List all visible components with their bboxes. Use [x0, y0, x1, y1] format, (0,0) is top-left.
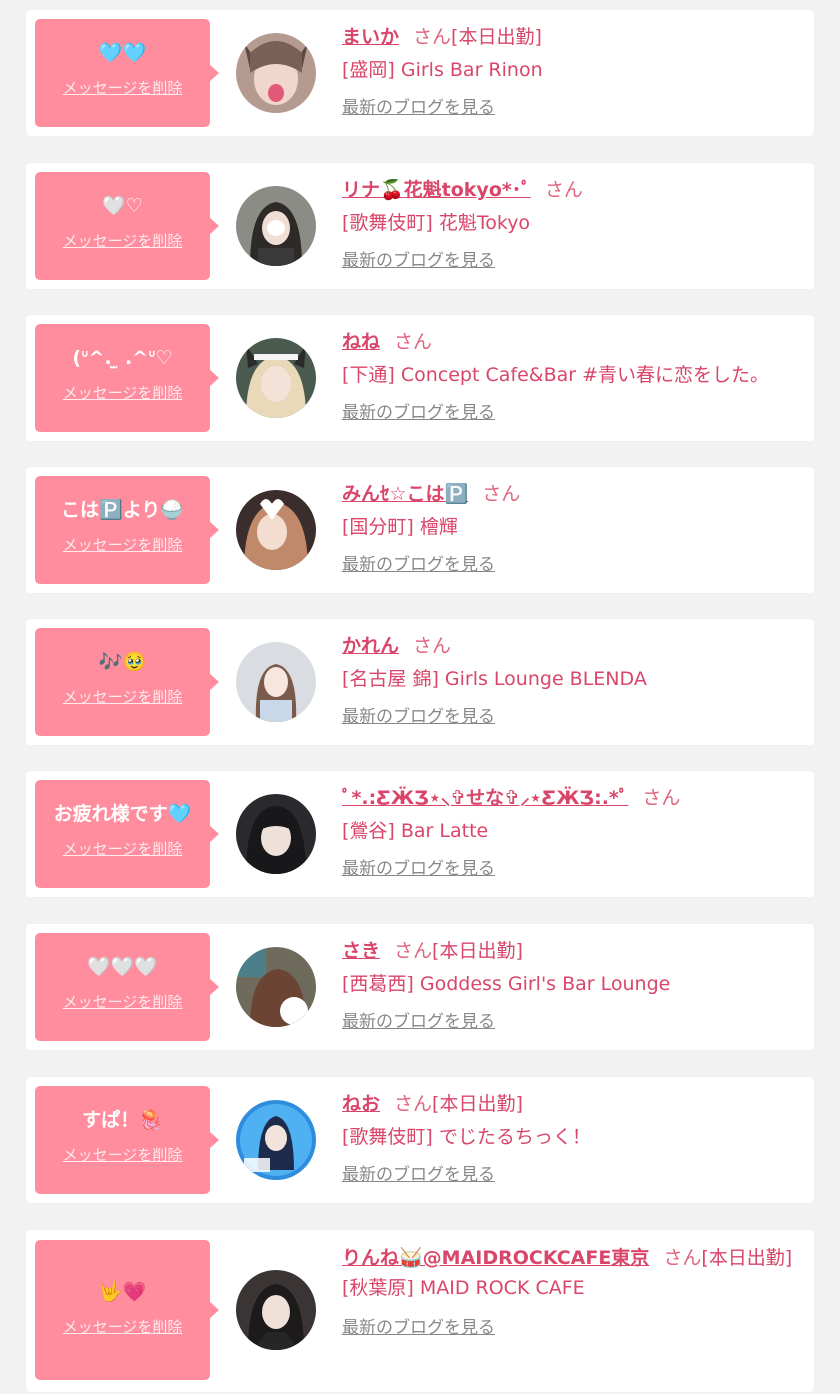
delete-message-link[interactable]: メッセージを削除 [63, 1316, 183, 1337]
message-bubble: 🩵🩵 メッセージを削除 [35, 19, 219, 127]
blog-link[interactable]: 最新のブログを見る [342, 702, 495, 727]
delete-message-link[interactable]: メッセージを削除 [63, 686, 183, 707]
delete-message-link[interactable]: メッセージを削除 [63, 382, 183, 403]
delete-message-link[interactable]: メッセージを削除 [63, 838, 183, 859]
status-badge: [本日出勤] [451, 26, 542, 48]
list-item: すぱ！🪼 メッセージを削除 ねお さん[本日出勤] [歌舞伎町] でじたるちっく！… [26, 1077, 814, 1203]
list-item: 🩵🩵 メッセージを削除 まいか さん[本日出勤] [盛岡] Girls Bar R… [26, 10, 814, 136]
list-item: 🤍🤍🤍 メッセージを削除 さき さん[本日出勤] [西葛西] Goddess Gi… [26, 924, 814, 1050]
avatar[interactable] [236, 947, 316, 1027]
cast-name-link[interactable]: ﾟ*.:ƸӜƷ⋆⸜✞せな✞⸝⋆ƸӜƷ:.*ﾟ [342, 787, 628, 809]
cast-name-link[interactable]: まいか [342, 26, 399, 48]
honorific: さん [394, 940, 433, 962]
list-item: こは🅿️より🍚 メッセージを削除 みんｾ☆こは🅿️ さん [国分町] 檜輝 最新の… [26, 467, 814, 593]
message-text: (ᐡ^. ̫ .^ᐡ♡ [72, 347, 173, 369]
message-text: すぱ！🪼 [82, 1109, 163, 1131]
list-item: 🎶🥹 メッセージを削除 かれん さん [名古屋 錦] Girls Lounge B… [26, 619, 814, 745]
avatar[interactable] [236, 33, 316, 113]
message-text: 🤟💗 [98, 1281, 147, 1303]
list-item: お疲れ様です🩵 メッセージを削除 ﾟ*.:ƸӜƷ⋆⸜✞せな✞⸝⋆ƸӜƷ:.*ﾟ さ… [26, 771, 814, 897]
blog-link[interactable]: 最新のブログを見る [342, 1313, 495, 1338]
delete-message-link[interactable]: メッセージを削除 [63, 991, 183, 1012]
shop-name: [盛岡] Girls Bar Rinon [342, 59, 543, 81]
shop-name: [歌舞伎町] 花魁Tokyo [342, 212, 531, 234]
message-text: お疲れ様です🩵 [53, 803, 192, 825]
list-item: 🤍♡ メッセージを削除 リナ🍒花魁tokyo*･ﾟ さん [歌舞伎町] 花魁Tok… [26, 163, 814, 289]
delete-message-link[interactable]: メッセージを削除 [63, 1144, 183, 1165]
message-text: 🎶🥹 [98, 651, 147, 673]
honorific: さん [544, 179, 583, 201]
message-text: こは🅿️より🍚 [61, 499, 184, 521]
delete-message-link[interactable]: メッセージを削除 [63, 534, 183, 555]
avatar[interactable] [236, 1100, 316, 1180]
message-bubble: 🤍♡ メッセージを削除 [35, 172, 219, 280]
avatar[interactable] [236, 490, 316, 570]
avatar[interactable] [236, 338, 316, 418]
honorific: さん [394, 1093, 433, 1115]
cast-name-link[interactable]: さき [342, 940, 380, 962]
avatar[interactable] [236, 1270, 316, 1350]
shop-name: [秋葉原] MAID ROCK CAFE [342, 1277, 585, 1299]
message-bubble: こは🅿️より🍚 メッセージを削除 [35, 476, 219, 584]
honorific: さん [413, 635, 452, 657]
message-text: 🩵🩵 [98, 42, 147, 64]
honorific: さん [413, 26, 452, 48]
shop-name: [歌舞伎町] でじたるちっく！ [342, 1126, 591, 1148]
blog-link[interactable]: 最新のブログを見る [342, 93, 495, 118]
message-bubble: すぱ！🪼 メッセージを削除 [35, 1086, 219, 1194]
shop-name: [鶯谷] Bar Latte [342, 820, 489, 842]
avatar[interactable] [236, 186, 316, 266]
list-item: 🤟💗 メッセージを削除 りんね🥁@MAIDROCKCAFE東京 さん[本日出勤] … [26, 1230, 814, 1392]
message-bubble: (ᐡ^. ̫ .^ᐡ♡ メッセージを削除 [35, 324, 219, 432]
cast-name-link[interactable]: ねね [342, 331, 380, 353]
blog-link[interactable]: 最新のブログを見る [342, 1007, 495, 1032]
message-bubble: 🎶🥹 メッセージを削除 [35, 628, 219, 736]
status-badge: [本日出勤] [432, 940, 523, 962]
message-text: 🤍♡ [102, 195, 143, 217]
cast-name-link[interactable]: リナ🍒花魁tokyo*･ﾟ [342, 179, 531, 201]
shop-name: [西葛西] Goddess Girl's Bar Lounge [342, 973, 671, 995]
shop-name: [下通] Concept Cafe&Bar #青い春に恋をした。 [342, 364, 770, 386]
message-bubble: 🤟💗 メッセージを削除 [35, 1240, 219, 1380]
avatar[interactable] [236, 794, 316, 874]
message-text: 🤍🤍🤍 [87, 956, 158, 978]
avatar[interactable] [236, 642, 316, 722]
delete-message-link[interactable]: メッセージを削除 [63, 77, 183, 98]
cast-name-link[interactable]: かれん [342, 635, 399, 657]
cast-name-link[interactable]: ねお [342, 1093, 380, 1115]
shop-name: [名古屋 錦] Girls Lounge BLENDA [342, 668, 647, 690]
honorific: さん [642, 787, 681, 809]
status-badge: [本日出勤] [432, 1093, 523, 1115]
shop-name: [国分町] 檜輝 [342, 516, 458, 538]
blog-link[interactable]: 最新のブログを見る [342, 550, 495, 575]
message-bubble: 🤍🤍🤍 メッセージを削除 [35, 933, 219, 1041]
cast-name-link[interactable]: りんね🥁@MAIDROCKCAFE東京 [342, 1247, 649, 1269]
honorific: さん [663, 1247, 702, 1269]
blog-link[interactable]: 最新のブログを見る [342, 246, 495, 271]
honorific: さん [394, 331, 433, 353]
blog-link[interactable]: 最新のブログを見る [342, 1160, 495, 1185]
list-item: (ᐡ^. ̫ .^ᐡ♡ メッセージを削除 ねね さん [下通] Concept C… [26, 315, 814, 441]
blog-link[interactable]: 最新のブログを見る [342, 854, 495, 879]
honorific: さん [482, 483, 521, 505]
delete-message-link[interactable]: メッセージを削除 [63, 230, 183, 251]
message-bubble: お疲れ様です🩵 メッセージを削除 [35, 780, 219, 888]
blog-link[interactable]: 最新のブログを見る [342, 398, 495, 423]
cast-name-link[interactable]: みんｾ☆こは🅿️ [342, 483, 468, 505]
status-badge: [本日出勤] [701, 1247, 793, 1269]
